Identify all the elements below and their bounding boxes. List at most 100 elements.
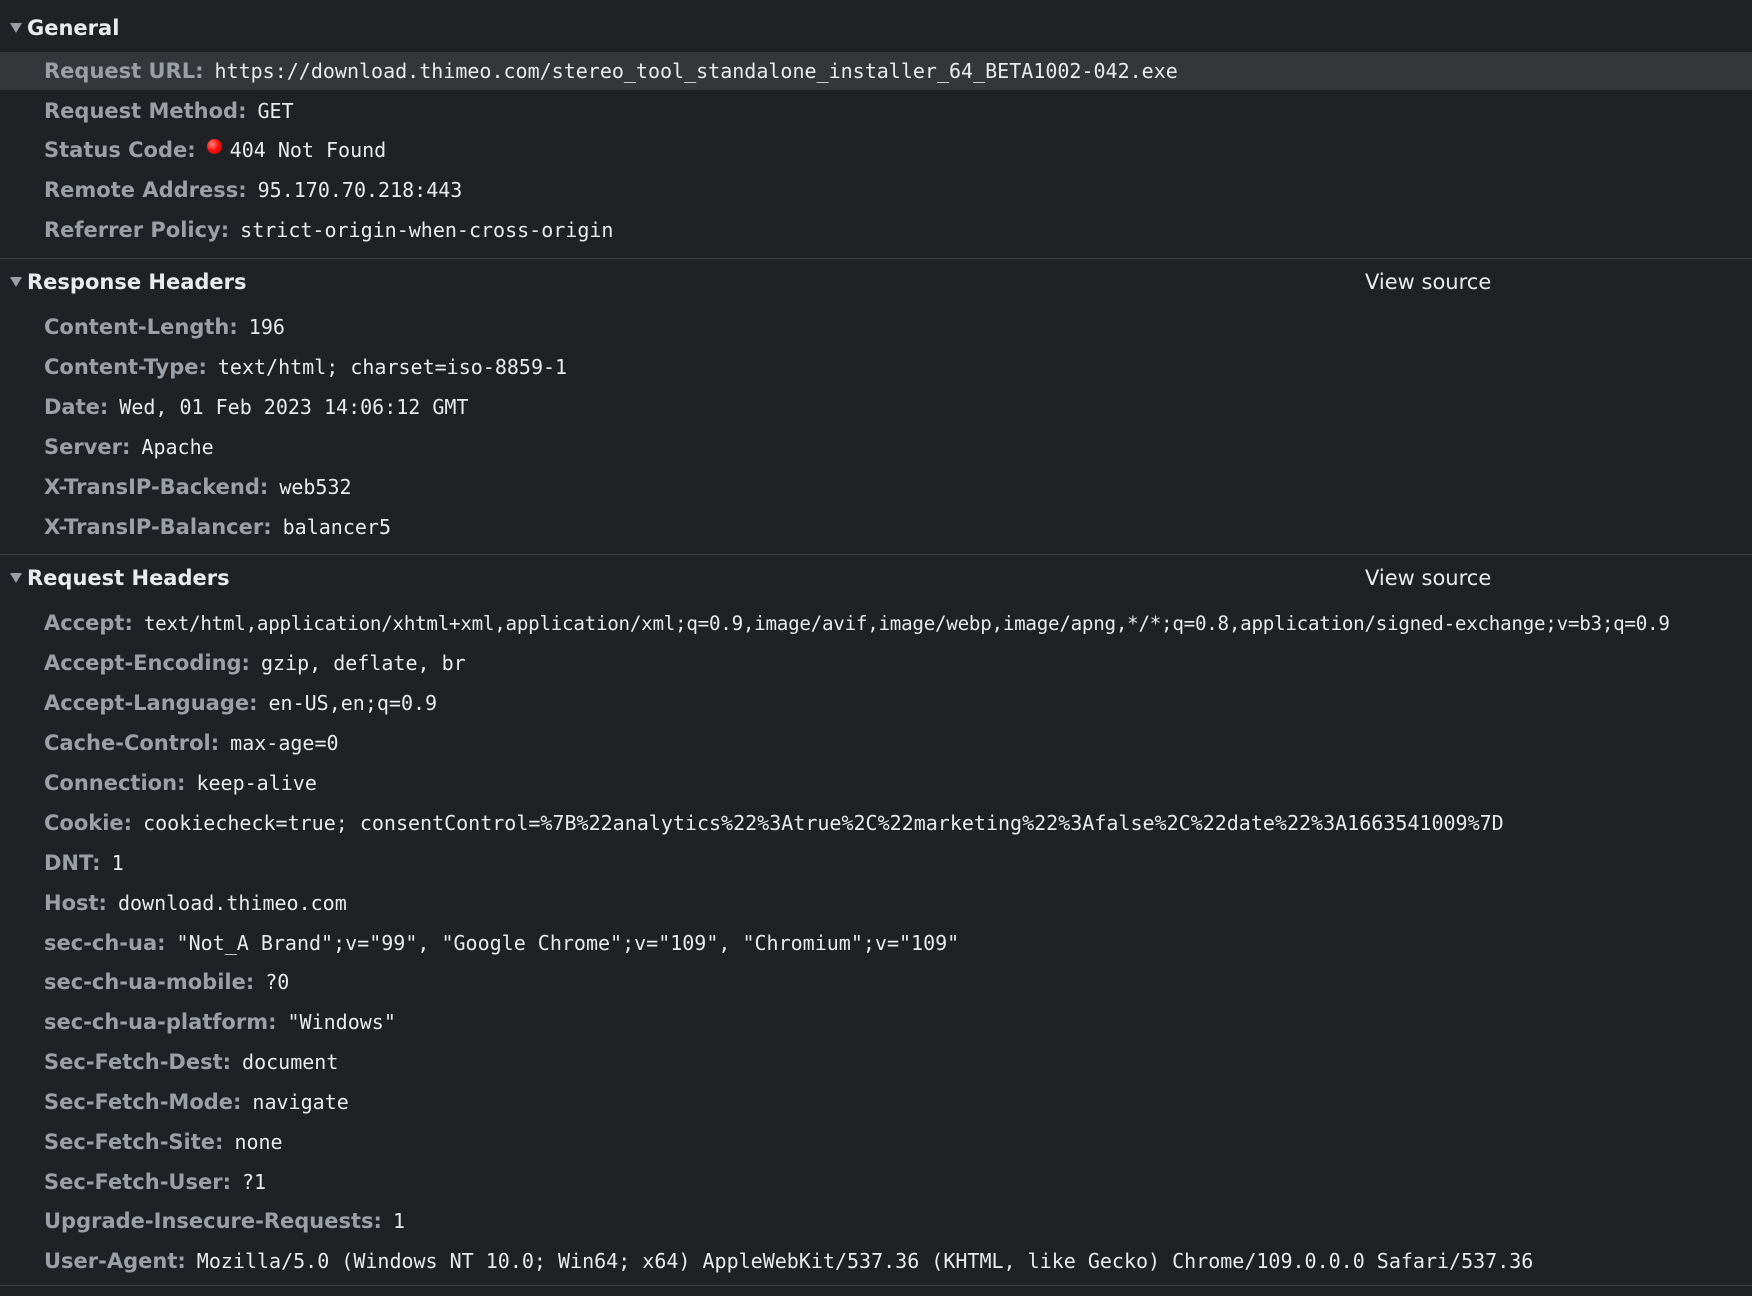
header-key: Referrer Policy: [44, 218, 230, 242]
header-value: 196 [248, 315, 285, 339]
request-header-row: Sec-Fetch-Mode: navigate [0, 1083, 1752, 1121]
section-divider [0, 258, 1752, 259]
header-key: Sec-Fetch-Dest: [44, 1050, 232, 1074]
request-header-row: Host: download.thimeo.com [0, 884, 1752, 922]
header-value: "Not_A Brand";v="99", "Google Chrome";v=… [176, 931, 960, 955]
headers-panel: General Request URL: https://download.th… [0, 0, 1752, 1296]
header-key: Connection: [44, 771, 186, 795]
section-title-general: General [27, 16, 120, 40]
request-header-row: Sec-Fetch-Dest: document [0, 1043, 1752, 1081]
status-code-value: 404 Not Found [229, 138, 387, 162]
general-row-referrer-policy: Referrer Policy: strict-origin-when-cros… [0, 211, 1752, 249]
request-header-row: DNT: 1 [0, 844, 1752, 882]
header-key: sec-ch-ua-mobile: [44, 970, 255, 994]
view-source-link[interactable]: View source [1365, 562, 1491, 594]
header-value: gzip, deflate, br [260, 651, 466, 675]
response-header-row: Content-Type: text/html; charset=iso-885… [0, 348, 1752, 386]
header-key: Status Code: [44, 138, 196, 162]
response-header-row: Date: Wed, 01 Feb 2023 14:06:12 GMT [0, 388, 1752, 426]
request-header-row: Sec-Fetch-Site: none [0, 1123, 1752, 1161]
section-divider [0, 554, 1752, 555]
header-key: Upgrade-Insecure-Requests: [44, 1209, 382, 1233]
general-row-request-url: Request URL: https://download.thimeo.com… [0, 52, 1752, 90]
header-value: balancer5 [282, 515, 391, 539]
header-value: text/html,application/xhtml+xml,applicat… [143, 612, 1670, 635]
request-header-row: sec-ch-ua: "Not_A Brand";v="99", "Google… [0, 924, 1752, 962]
view-source-link[interactable]: View source [1365, 266, 1491, 298]
header-key: sec-ch-ua-platform: [44, 1010, 277, 1034]
header-key: Request URL: [44, 59, 204, 83]
general-row-status-code: Status Code: 404 Not Found [0, 131, 1752, 169]
triangle-down-icon[interactable] [10, 23, 22, 33]
header-key: sec-ch-ua: [44, 931, 166, 955]
header-value: "Windows" [287, 1010, 396, 1034]
header-value: https://download.thimeo.com/stereo_tool_… [214, 59, 1178, 83]
section-title-request-headers: Request Headers [27, 566, 230, 590]
header-value: cookiecheck=true; consentControl=%7B%22a… [143, 811, 1504, 835]
header-value: Apache [141, 435, 214, 459]
section-title-response-headers: Response Headers [27, 270, 247, 294]
response-header-row: X-TransIP-Backend: web532 [0, 468, 1752, 506]
header-value: ?0 [265, 970, 290, 994]
header-value: en-US,en;q=0.9 [268, 691, 438, 715]
request-header-row: User-Agent: Mozilla/5.0 (Windows NT 10.0… [0, 1242, 1752, 1280]
response-header-row: X-TransIP-Balancer: balancer5 [0, 508, 1752, 546]
header-key: Cache-Control: [44, 731, 220, 755]
header-value: web532 [279, 475, 352, 499]
header-key: Host: [44, 891, 107, 915]
header-value: none [234, 1130, 283, 1154]
request-header-row: Accept-Encoding: gzip, deflate, br [0, 644, 1752, 682]
header-key: Accept: [44, 611, 133, 635]
header-key: Server: [44, 435, 131, 459]
general-row-remote-address: Remote Address: 95.170.70.218:443 [0, 171, 1752, 209]
header-value: document [242, 1050, 339, 1074]
header-value: download.thimeo.com [117, 891, 347, 915]
header-key: Sec-Fetch-Mode: [44, 1090, 242, 1114]
header-key: DNT: [44, 851, 101, 875]
header-key: Sec-Fetch-Site: [44, 1130, 224, 1154]
general-row-request-method: Request Method: GET [0, 92, 1752, 130]
header-key: Request Method: [44, 99, 247, 123]
response-headers-section-header[interactable]: Response Headers View source [0, 262, 1752, 302]
response-header-row: Server: Apache [0, 428, 1752, 466]
header-key: X-TransIP-Backend: [44, 475, 269, 499]
header-value: max-age=0 [230, 731, 339, 755]
header-key: Cookie: [44, 811, 133, 835]
header-value: 1 [111, 851, 124, 875]
header-value: 95.170.70.218:443 [257, 178, 463, 202]
header-key: Content-Length: [44, 315, 238, 339]
request-header-row: Cache-Control: max-age=0 [0, 724, 1752, 762]
header-value: 1 [392, 1209, 405, 1233]
request-header-row: sec-ch-ua-platform: "Windows" [0, 1003, 1752, 1041]
header-value: text/html; charset=iso-8859-1 [217, 355, 568, 379]
request-header-row: Cookie: cookiecheck=true; consentControl… [0, 804, 1752, 842]
header-value: keep-alive [196, 771, 317, 795]
header-value: Mozilla/5.0 (Windows NT 10.0; Win64; x64… [196, 1249, 1534, 1273]
request-header-row: Connection: keep-alive [0, 764, 1752, 802]
header-key: Content-Type: [44, 355, 207, 379]
request-header-row: Accept: text/html,application/xhtml+xml,… [0, 604, 1752, 642]
triangle-down-icon[interactable] [10, 277, 22, 287]
request-header-row: Sec-Fetch-User: ?1 [0, 1163, 1752, 1201]
section-divider [0, 1285, 1752, 1286]
request-header-row: sec-ch-ua-mobile: ?0 [0, 963, 1752, 1001]
header-key: Date: [44, 395, 109, 419]
header-key: User-Agent: [44, 1249, 186, 1273]
header-value: GET [257, 99, 294, 123]
request-header-row: Upgrade-Insecure-Requests: 1 [0, 1202, 1752, 1240]
header-key: Accept-Language: [44, 691, 258, 715]
header-value: strict-origin-when-cross-origin [240, 218, 614, 242]
header-value: navigate [252, 1090, 349, 1114]
red-dot-icon [206, 138, 222, 154]
triangle-down-icon[interactable] [10, 573, 22, 583]
header-value: ?1 [241, 1170, 267, 1194]
header-key: Accept-Encoding: [44, 651, 250, 675]
general-section-header[interactable]: General [0, 8, 1752, 48]
header-key: Sec-Fetch-User: [44, 1170, 231, 1194]
request-header-row: Accept-Language: en-US,en;q=0.9 [0, 684, 1752, 722]
header-key: Remote Address: [44, 178, 247, 202]
request-headers-section-header[interactable]: Request Headers View source [0, 558, 1752, 598]
response-header-row: Content-Length: 196 [0, 308, 1752, 346]
header-value: Wed, 01 Feb 2023 14:06:12 GMT [119, 395, 469, 419]
header-key: X-TransIP-Balancer: [44, 515, 272, 539]
